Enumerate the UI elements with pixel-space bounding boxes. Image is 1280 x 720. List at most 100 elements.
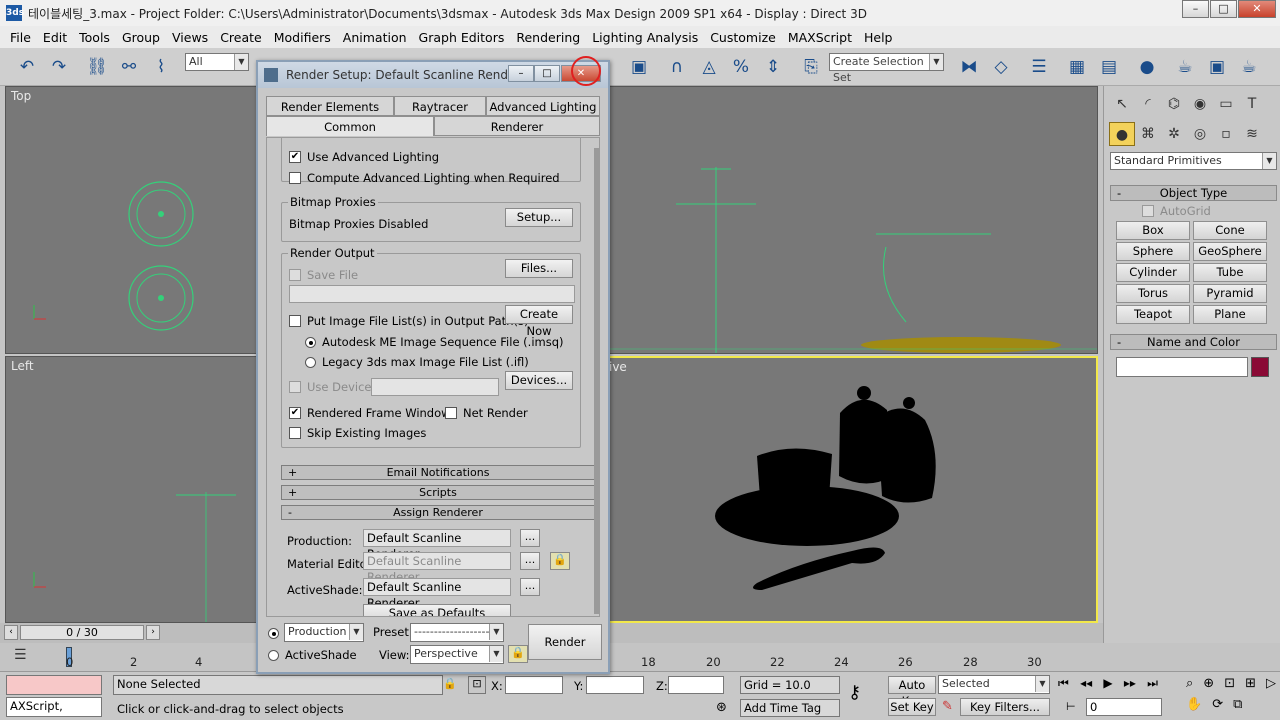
current-frame-input[interactable]: 0 (1086, 698, 1162, 716)
unlink-icon[interactable]: ⚯ (116, 54, 142, 80)
cameras-icon[interactable]: ◎ (1187, 122, 1213, 146)
autodesk-me-radio[interactable] (305, 336, 316, 348)
key-filters-button[interactable]: Key Filters... (960, 698, 1050, 716)
skip-existing-images-row[interactable]: Skip Existing Images (289, 426, 426, 440)
utilities-tab-icon[interactable]: T (1239, 92, 1265, 116)
x-coordinate-input[interactable] (505, 676, 563, 694)
viewport-perspective[interactable]: ive (605, 356, 1098, 623)
material-editor-icon[interactable]: ● (1134, 54, 1160, 80)
menu-lighting-analysis[interactable]: Lighting Analysis (586, 30, 704, 45)
maxscript-listener-top[interactable] (6, 675, 102, 695)
snap-3d-icon[interactable]: ∩ (664, 54, 690, 80)
mirror-icon[interactable]: ⧓ (956, 54, 982, 80)
activeshade-mode-row[interactable]: ActiveShade (268, 648, 357, 662)
maximize-button[interactable]: □ (1210, 0, 1237, 18)
activeshade-mode-radio[interactable] (268, 649, 279, 661)
hierarchy-tab-icon[interactable]: ⌬ (1161, 92, 1187, 116)
cylinder-button[interactable]: Cylinder (1116, 263, 1190, 282)
object-color-swatch[interactable] (1251, 357, 1269, 377)
menu-create[interactable]: Create (214, 30, 268, 45)
key-mode-dropdown[interactable]: Selected ▼ (938, 675, 1050, 694)
maximize-viewport-icon[interactable]: ⧉ (1233, 697, 1242, 716)
lights-icon[interactable]: ✲ (1161, 122, 1187, 146)
zoom-extents-all-icon[interactable]: ⊞ (1245, 676, 1256, 695)
mini-curve-editor-icon[interactable]: ☰ (14, 647, 36, 665)
menu-animation[interactable]: Animation (337, 30, 413, 45)
lock-icon[interactable]: 🔒 (550, 552, 570, 570)
put-image-file-list-row[interactable]: Put Image File List(s) in Output Path(s) (289, 314, 528, 328)
chevron-left-icon[interactable]: ‹ (4, 625, 18, 640)
cone-button[interactable]: Cone (1193, 221, 1267, 240)
tab-raytracer[interactable]: Raytracer (394, 96, 486, 116)
auto-key-button[interactable]: Auto Key (888, 676, 936, 708)
tab-advanced-lighting[interactable]: Advanced Lighting (486, 96, 600, 116)
tab-renderer[interactable]: Renderer (434, 116, 600, 136)
named-selection-set-dropdown[interactable]: Create Selection Set ▼ (829, 53, 944, 84)
edit-named-sets-icon[interactable]: ⎘ (798, 54, 824, 80)
legacy-ifl-row[interactable]: Legacy 3ds max Image File List (.ifl) (305, 355, 529, 369)
y-coordinate-input[interactable] (586, 676, 644, 694)
production-mode-dropdown[interactable]: Production ▼ (284, 623, 364, 642)
device-input[interactable] (371, 378, 499, 396)
put-image-file-list-checkbox[interactable] (289, 315, 301, 327)
spinner-snap-icon[interactable]: ⇕ (760, 54, 786, 80)
dialog-minimize-button[interactable]: – (508, 65, 534, 82)
quick-render-icon[interactable]: ☕ (1236, 54, 1262, 80)
zoom-all-icon[interactable]: ⊕ (1203, 676, 1214, 695)
zoom-icon[interactable]: ⌕ (1186, 676, 1193, 695)
object-name-input[interactable] (1116, 357, 1248, 377)
use-advanced-lighting-row[interactable]: ✔ Use Advanced Lighting (289, 150, 439, 164)
primitives-dropdown[interactable]: Standard Primitives ▼ (1110, 152, 1277, 170)
helpers-icon[interactable]: ▫ (1213, 122, 1239, 146)
modify-tab-icon[interactable]: ◜ (1135, 92, 1161, 116)
go-to-start-icon[interactable]: ⏮ (1058, 676, 1069, 694)
chevron-right-icon[interactable]: › (146, 625, 160, 640)
use-device-row[interactable]: Use Device (289, 380, 371, 394)
redo-icon[interactable]: ↷ (46, 54, 72, 80)
tab-common[interactable]: Common (266, 116, 434, 136)
menu-modifiers[interactable]: Modifiers (268, 30, 337, 45)
percent-snap-icon[interactable]: % (728, 54, 754, 80)
viewport-top-right[interactable] (605, 86, 1098, 354)
dialog-maximize-button[interactable]: □ (534, 65, 560, 82)
set-key-button[interactable]: Set Key (888, 698, 936, 716)
zoom-extents-icon[interactable]: ⊡ (1224, 676, 1235, 695)
save-file-checkbox[interactable] (289, 269, 301, 281)
menu-file[interactable]: File (0, 30, 37, 45)
object-type-rollout[interactable]: - Object Type (1110, 185, 1277, 201)
menu-edit[interactable]: Edit (37, 30, 73, 45)
teapot-button[interactable]: Teapot (1116, 305, 1190, 324)
rendered-frame-window-checkbox[interactable]: ✔ (289, 407, 301, 419)
devices-button[interactable]: Devices... (505, 371, 573, 390)
box-button[interactable]: Box (1116, 221, 1190, 240)
choose-activeshade-renderer-button[interactable]: ... (520, 578, 540, 596)
menu-maxscript[interactable]: MAXScript (782, 30, 858, 45)
rendered-frame-window-icon[interactable]: ▣ (1204, 54, 1230, 80)
pan-icon[interactable]: ✋ (1186, 697, 1202, 716)
autodesk-me-row[interactable]: Autodesk ME Image Sequence File (.imsq) (305, 335, 564, 349)
net-render-row[interactable]: Net Render (445, 406, 528, 420)
compute-advanced-lighting-row[interactable]: Compute Advanced Lighting when Required (289, 171, 560, 185)
autogrid-checkbox[interactable] (1142, 205, 1154, 217)
render-button[interactable]: Render (528, 624, 602, 660)
net-render-checkbox[interactable] (445, 407, 457, 419)
viewport-left[interactable]: Left (5, 356, 257, 623)
object-paint-icon[interactable]: ▣ (626, 54, 652, 80)
pyramid-button[interactable]: Pyramid (1193, 284, 1267, 303)
z-coordinate-input[interactable] (668, 676, 724, 694)
name-and-color-rollout[interactable]: - Name and Color (1110, 334, 1277, 350)
angle-snap-icon[interactable]: ◬ (696, 54, 722, 80)
menu-help[interactable]: Help (858, 30, 899, 45)
previous-frame-icon[interactable]: ◂◂ (1080, 676, 1092, 694)
display-tab-icon[interactable]: ▭ (1213, 92, 1239, 116)
menu-graph-editors[interactable]: Graph Editors (413, 30, 511, 45)
view-dropdown[interactable]: Perspective ▼ (410, 645, 504, 664)
menu-customize[interactable]: Customize (704, 30, 782, 45)
menu-group[interactable]: Group (116, 30, 166, 45)
next-frame-icon[interactable]: ▸▸ (1124, 676, 1136, 694)
dialog-scrollbar[interactable] (594, 148, 599, 614)
autogrid-row[interactable]: AutoGrid (1142, 204, 1211, 218)
close-button[interactable]: ✕ (1238, 0, 1276, 18)
menu-tools[interactable]: Tools (73, 30, 116, 45)
track-bar[interactable]: ☰ 0 2 4 18 20 22 24 26 28 30 (0, 643, 1280, 671)
